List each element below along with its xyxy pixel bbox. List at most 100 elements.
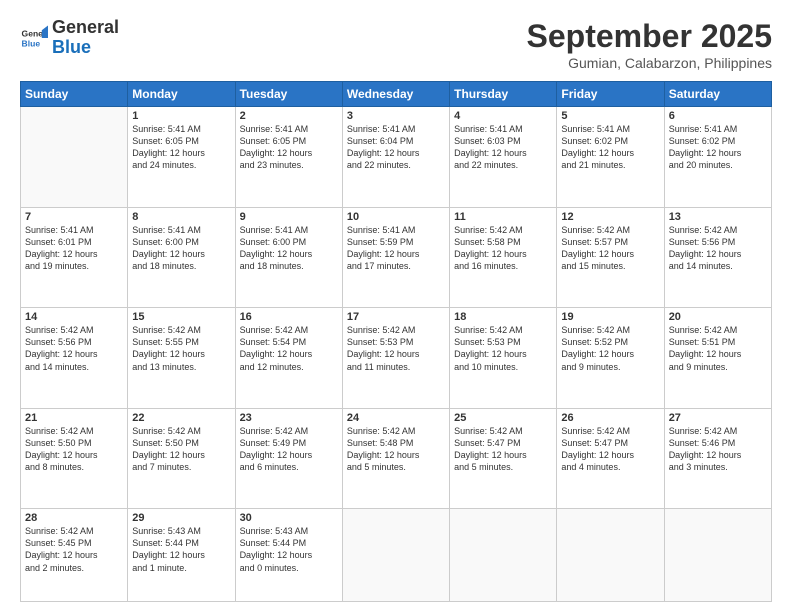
day-number: 6 [669,110,767,122]
calendar-cell [664,509,771,602]
day-info: Sunrise: 5:41 AM Sunset: 6:04 PM Dayligh… [347,123,445,172]
calendar-cell: 21Sunrise: 5:42 AM Sunset: 5:50 PM Dayli… [21,408,128,509]
day-info: Sunrise: 5:42 AM Sunset: 5:48 PM Dayligh… [347,425,445,474]
calendar-week-5: 28Sunrise: 5:42 AM Sunset: 5:45 PM Dayli… [21,509,772,602]
calendar-cell: 4Sunrise: 5:41 AM Sunset: 6:03 PM Daylig… [450,107,557,208]
day-number: 7 [25,211,123,223]
calendar-cell: 28Sunrise: 5:42 AM Sunset: 5:45 PM Dayli… [21,509,128,602]
calendar-cell: 24Sunrise: 5:42 AM Sunset: 5:48 PM Dayli… [342,408,449,509]
day-number: 18 [454,311,552,323]
calendar-cell: 20Sunrise: 5:42 AM Sunset: 5:51 PM Dayli… [664,308,771,409]
day-number: 29 [132,512,230,524]
day-info: Sunrise: 5:41 AM Sunset: 6:01 PM Dayligh… [25,224,123,273]
day-info: Sunrise: 5:43 AM Sunset: 5:44 PM Dayligh… [132,525,230,574]
calendar-cell: 26Sunrise: 5:42 AM Sunset: 5:47 PM Dayli… [557,408,664,509]
calendar-cell: 17Sunrise: 5:42 AM Sunset: 5:53 PM Dayli… [342,308,449,409]
day-number: 5 [561,110,659,122]
day-info: Sunrise: 5:42 AM Sunset: 5:47 PM Dayligh… [454,425,552,474]
day-number: 28 [25,512,123,524]
day-number: 25 [454,412,552,424]
page: General Blue General Blue September 2025… [0,0,792,612]
logo-line2: Blue [52,37,91,57]
weekday-header-sunday: Sunday [21,82,128,107]
day-info: Sunrise: 5:42 AM Sunset: 5:52 PM Dayligh… [561,324,659,373]
month-title: September 2025 [527,18,772,55]
logo-line1: General [52,18,119,38]
day-info: Sunrise: 5:41 AM Sunset: 6:02 PM Dayligh… [669,123,767,172]
calendar-cell [342,509,449,602]
weekday-header-friday: Friday [557,82,664,107]
day-info: Sunrise: 5:41 AM Sunset: 6:05 PM Dayligh… [132,123,230,172]
weekday-header-saturday: Saturday [664,82,771,107]
day-number: 22 [132,412,230,424]
day-info: Sunrise: 5:41 AM Sunset: 6:00 PM Dayligh… [132,224,230,273]
day-number: 26 [561,412,659,424]
logo-icon: General Blue [20,24,48,52]
day-number: 12 [561,211,659,223]
day-number: 21 [25,412,123,424]
day-info: Sunrise: 5:42 AM Sunset: 5:46 PM Dayligh… [669,425,767,474]
calendar-week-2: 7Sunrise: 5:41 AM Sunset: 6:01 PM Daylig… [21,207,772,308]
day-info: Sunrise: 5:43 AM Sunset: 5:44 PM Dayligh… [240,525,338,574]
calendar-cell: 7Sunrise: 5:41 AM Sunset: 6:01 PM Daylig… [21,207,128,308]
day-number: 1 [132,110,230,122]
day-number: 30 [240,512,338,524]
calendar-cell: 13Sunrise: 5:42 AM Sunset: 5:56 PM Dayli… [664,207,771,308]
calendar-cell: 9Sunrise: 5:41 AM Sunset: 6:00 PM Daylig… [235,207,342,308]
day-number: 9 [240,211,338,223]
day-info: Sunrise: 5:41 AM Sunset: 6:03 PM Dayligh… [454,123,552,172]
day-info: Sunrise: 5:41 AM Sunset: 6:00 PM Dayligh… [240,224,338,273]
weekday-header-wednesday: Wednesday [342,82,449,107]
calendar-cell: 2Sunrise: 5:41 AM Sunset: 6:05 PM Daylig… [235,107,342,208]
day-info: Sunrise: 5:42 AM Sunset: 5:47 PM Dayligh… [561,425,659,474]
day-info: Sunrise: 5:42 AM Sunset: 5:56 PM Dayligh… [669,224,767,273]
day-number: 14 [25,311,123,323]
calendar-cell: 10Sunrise: 5:41 AM Sunset: 5:59 PM Dayli… [342,207,449,308]
logo: General Blue General Blue [20,18,119,58]
day-number: 19 [561,311,659,323]
calendar-cell: 15Sunrise: 5:42 AM Sunset: 5:55 PM Dayli… [128,308,235,409]
calendar-week-1: 1Sunrise: 5:41 AM Sunset: 6:05 PM Daylig… [21,107,772,208]
calendar-cell: 23Sunrise: 5:42 AM Sunset: 5:49 PM Dayli… [235,408,342,509]
weekday-header-tuesday: Tuesday [235,82,342,107]
day-number: 15 [132,311,230,323]
day-info: Sunrise: 5:42 AM Sunset: 5:57 PM Dayligh… [561,224,659,273]
day-number: 4 [454,110,552,122]
svg-text:Blue: Blue [22,38,41,48]
weekday-header-row: SundayMondayTuesdayWednesdayThursdayFrid… [21,82,772,107]
calendar-cell: 12Sunrise: 5:42 AM Sunset: 5:57 PM Dayli… [557,207,664,308]
calendar-cell: 8Sunrise: 5:41 AM Sunset: 6:00 PM Daylig… [128,207,235,308]
day-info: Sunrise: 5:42 AM Sunset: 5:49 PM Dayligh… [240,425,338,474]
calendar-cell: 1Sunrise: 5:41 AM Sunset: 6:05 PM Daylig… [128,107,235,208]
day-info: Sunrise: 5:42 AM Sunset: 5:58 PM Dayligh… [454,224,552,273]
day-number: 17 [347,311,445,323]
calendar-cell [557,509,664,602]
day-number: 13 [669,211,767,223]
day-info: Sunrise: 5:42 AM Sunset: 5:50 PM Dayligh… [25,425,123,474]
day-info: Sunrise: 5:42 AM Sunset: 5:53 PM Dayligh… [347,324,445,373]
calendar-cell: 30Sunrise: 5:43 AM Sunset: 5:44 PM Dayli… [235,509,342,602]
day-number: 24 [347,412,445,424]
day-number: 23 [240,412,338,424]
day-info: Sunrise: 5:41 AM Sunset: 6:02 PM Dayligh… [561,123,659,172]
calendar-cell: 5Sunrise: 5:41 AM Sunset: 6:02 PM Daylig… [557,107,664,208]
day-number: 8 [132,211,230,223]
day-number: 2 [240,110,338,122]
calendar-cell: 18Sunrise: 5:42 AM Sunset: 5:53 PM Dayli… [450,308,557,409]
day-info: Sunrise: 5:42 AM Sunset: 5:56 PM Dayligh… [25,324,123,373]
day-info: Sunrise: 5:42 AM Sunset: 5:45 PM Dayligh… [25,525,123,574]
calendar-cell: 16Sunrise: 5:42 AM Sunset: 5:54 PM Dayli… [235,308,342,409]
calendar-week-4: 21Sunrise: 5:42 AM Sunset: 5:50 PM Dayli… [21,408,772,509]
day-number: 10 [347,211,445,223]
calendar-cell: 6Sunrise: 5:41 AM Sunset: 6:02 PM Daylig… [664,107,771,208]
calendar-cell: 25Sunrise: 5:42 AM Sunset: 5:47 PM Dayli… [450,408,557,509]
calendar-cell: 19Sunrise: 5:42 AM Sunset: 5:52 PM Dayli… [557,308,664,409]
day-info: Sunrise: 5:41 AM Sunset: 5:59 PM Dayligh… [347,224,445,273]
day-info: Sunrise: 5:42 AM Sunset: 5:51 PM Dayligh… [669,324,767,373]
calendar-cell [450,509,557,602]
day-number: 11 [454,211,552,223]
calendar-cell: 11Sunrise: 5:42 AM Sunset: 5:58 PM Dayli… [450,207,557,308]
calendar-cell: 3Sunrise: 5:41 AM Sunset: 6:04 PM Daylig… [342,107,449,208]
day-number: 27 [669,412,767,424]
location-subtitle: Gumian, Calabarzon, Philippines [527,55,772,71]
